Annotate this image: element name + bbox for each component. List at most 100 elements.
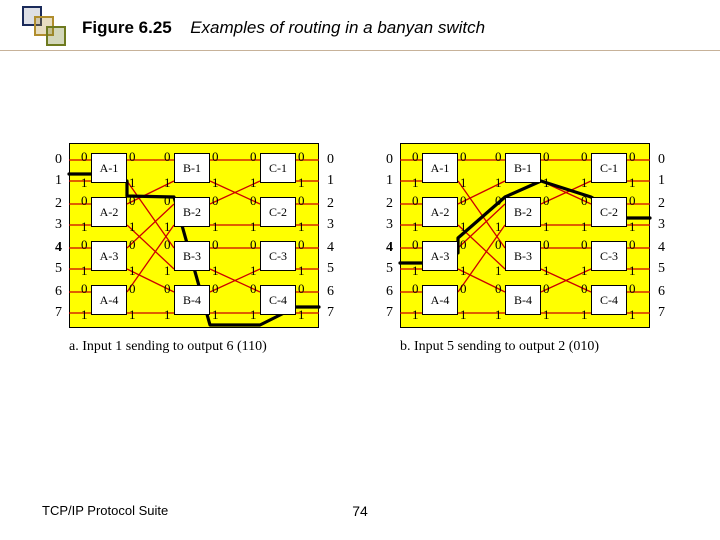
pin-label: 1 bbox=[581, 219, 588, 235]
figure-number: Figure 6.25 bbox=[82, 18, 172, 37]
module: B-1 bbox=[505, 153, 541, 183]
pin-label: 0 bbox=[460, 237, 467, 253]
module: C-2 bbox=[260, 197, 296, 227]
pin-label: 1 bbox=[629, 307, 636, 323]
pin-label: 0 bbox=[212, 149, 219, 165]
pin-label: 1 bbox=[460, 307, 467, 323]
pin-label: 0 bbox=[250, 149, 257, 165]
pin-label: 1 bbox=[212, 219, 219, 235]
input-label: 7 bbox=[55, 305, 62, 321]
input-label: 0 bbox=[55, 152, 62, 168]
input-label: 2 bbox=[386, 196, 393, 212]
module: A-4 bbox=[91, 285, 127, 315]
pin-label: 0 bbox=[164, 149, 171, 165]
pin-label: 0 bbox=[495, 281, 502, 297]
pin-label: 0 bbox=[250, 193, 257, 209]
module: C-3 bbox=[591, 241, 627, 271]
output-label: 1 bbox=[658, 173, 665, 189]
pin-label: 1 bbox=[250, 307, 257, 323]
pin-label: 1 bbox=[81, 263, 88, 279]
pin-label: 0 bbox=[495, 149, 502, 165]
pin-label: 0 bbox=[581, 237, 588, 253]
output-label: 3 bbox=[327, 217, 334, 233]
switch-caption: a. Input 1 sending to output 6 (110) bbox=[69, 339, 267, 355]
pin-label: 1 bbox=[298, 219, 305, 235]
pin-label: 1 bbox=[629, 263, 636, 279]
pin-label: 0 bbox=[460, 281, 467, 297]
module: B-2 bbox=[174, 197, 210, 227]
pin-label: 1 bbox=[129, 219, 136, 235]
pin-label: 0 bbox=[412, 193, 419, 209]
pin-label: 0 bbox=[81, 149, 88, 165]
output-label: 7 bbox=[658, 305, 665, 321]
pin-label: 1 bbox=[543, 219, 550, 235]
pin-label: 1 bbox=[412, 307, 419, 323]
module: B-4 bbox=[505, 285, 541, 315]
output-label: 4 bbox=[327, 240, 334, 256]
pin-label: 1 bbox=[298, 175, 305, 191]
pin-label: 1 bbox=[581, 307, 588, 323]
pin-label: 0 bbox=[460, 149, 467, 165]
pin-label: 1 bbox=[543, 175, 550, 191]
pin-label: 1 bbox=[164, 263, 171, 279]
pin-label: 0 bbox=[298, 193, 305, 209]
pin-label: 1 bbox=[129, 307, 136, 323]
pin-label: 1 bbox=[212, 307, 219, 323]
pin-label: 1 bbox=[298, 263, 305, 279]
input-label: 4 bbox=[386, 240, 393, 256]
pin-label: 1 bbox=[543, 307, 550, 323]
pin-label: 0 bbox=[629, 281, 636, 297]
module: A-3 bbox=[422, 241, 458, 271]
pin-label: 0 bbox=[81, 193, 88, 209]
pin-label: 0 bbox=[129, 149, 136, 165]
switch-diagrams: A-10101A-20101A-30101A-40101B-10101B-201… bbox=[0, 143, 720, 363]
output-label: 3 bbox=[658, 217, 665, 233]
output-label: 6 bbox=[327, 284, 334, 300]
output-label: 2 bbox=[658, 196, 665, 212]
pin-label: 0 bbox=[250, 237, 257, 253]
slide-footer: TCP/IP Protocol Suite 74 bbox=[0, 503, 720, 518]
pin-label: 0 bbox=[164, 193, 171, 209]
pin-label: 1 bbox=[412, 219, 419, 235]
pin-label: 0 bbox=[543, 281, 550, 297]
pin-label: 1 bbox=[495, 263, 502, 279]
pin-label: 1 bbox=[129, 263, 136, 279]
module: A-1 bbox=[91, 153, 127, 183]
pin-label: 0 bbox=[581, 193, 588, 209]
module: B-4 bbox=[174, 285, 210, 315]
pin-label: 1 bbox=[250, 175, 257, 191]
module: C-2 bbox=[591, 197, 627, 227]
pin-label: 1 bbox=[250, 263, 257, 279]
input-label: 7 bbox=[386, 305, 393, 321]
input-label: 6 bbox=[386, 284, 393, 300]
pin-label: 1 bbox=[298, 307, 305, 323]
input-label: 3 bbox=[386, 217, 393, 233]
pin-label: 1 bbox=[81, 219, 88, 235]
pin-label: 1 bbox=[629, 219, 636, 235]
module: C-1 bbox=[591, 153, 627, 183]
input-label: 5 bbox=[55, 261, 62, 277]
footer-source: TCP/IP Protocol Suite bbox=[42, 503, 168, 518]
pin-label: 1 bbox=[164, 219, 171, 235]
module: A-3 bbox=[91, 241, 127, 271]
page-number: 74 bbox=[352, 503, 368, 519]
pin-label: 0 bbox=[460, 193, 467, 209]
pin-label: 0 bbox=[250, 281, 257, 297]
input-label: 1 bbox=[55, 173, 62, 189]
output-label: 1 bbox=[327, 173, 334, 189]
module: C-4 bbox=[260, 285, 296, 315]
input-label: 3 bbox=[55, 217, 62, 233]
output-label: 7 bbox=[327, 305, 334, 321]
pin-label: 0 bbox=[129, 237, 136, 253]
pin-label: 0 bbox=[81, 237, 88, 253]
pin-label: 0 bbox=[298, 237, 305, 253]
pin-label: 1 bbox=[212, 175, 219, 191]
pin-label: 0 bbox=[543, 149, 550, 165]
module: A-4 bbox=[422, 285, 458, 315]
pin-label: 1 bbox=[543, 263, 550, 279]
banyan-switch-1: A-10101A-20101A-30101A-40101B-10101B-201… bbox=[378, 143, 673, 363]
pin-label: 0 bbox=[543, 193, 550, 209]
figure-caption: Examples of routing in a banyan switch bbox=[190, 18, 485, 37]
pin-label: 1 bbox=[412, 263, 419, 279]
pin-label: 0 bbox=[412, 281, 419, 297]
